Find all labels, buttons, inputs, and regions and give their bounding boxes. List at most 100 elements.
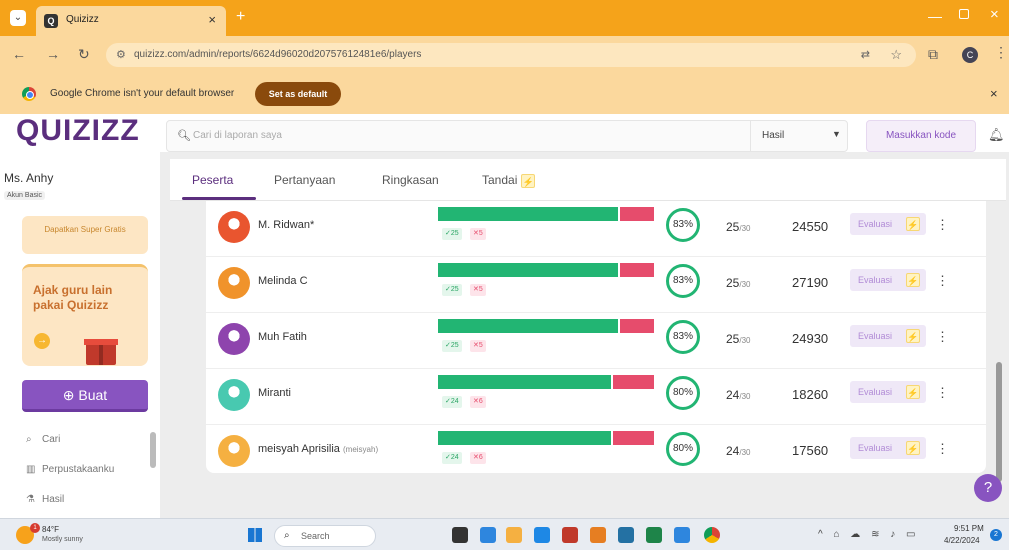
set-default-button[interactable]: Set as default: [255, 82, 341, 106]
app-icon[interactable]: [590, 527, 606, 543]
player-name[interactable]: M. Ridwan*: [258, 219, 314, 231]
url-field[interactable]: ⚙ quizizz.com/admin/reports/6624d96020d2…: [106, 43, 916, 67]
player-row[interactable]: Melinda C ✓25 ✕5 83% 25/30 27190 Evaluasi ⚡ ⋮: [206, 257, 986, 313]
score-numerator: 24: [726, 388, 740, 402]
tab-summary[interactable]: Ringkasan: [382, 173, 439, 187]
quizizz-logo[interactable]: QUIZIZZ: [16, 114, 140, 148]
player-name[interactable]: meisyah Aprisilia (meisyah): [258, 443, 378, 455]
back-icon[interactable]: ←: [12, 46, 26, 62]
site-info-icon[interactable]: ⚙: [116, 48, 126, 61]
player-name[interactable]: Miranti: [258, 387, 291, 399]
enter-code-button[interactable]: Masukkan kode: [866, 120, 976, 152]
report-search-input[interactable]: 🔍︎ Cari di laporan saya Hasil ▼: [166, 120, 848, 152]
new-tab-button[interactable]: +: [236, 8, 245, 26]
infobar-close-icon[interactable]: ×: [990, 86, 998, 101]
sidebar-scroll-thumb[interactable]: [150, 432, 156, 468]
search-scope-select[interactable]: Hasil: [762, 130, 784, 141]
player-row[interactable]: M. Ridwan* ✓25 ✕5 83% 25/30 24550 Evaluasi ⚡ ⋮: [206, 201, 986, 257]
score-denominator: /30: [739, 392, 751, 401]
bookmark-star-icon[interactable]: ☆: [890, 47, 902, 63]
row-menu-icon[interactable]: ⋮: [936, 217, 949, 233]
player-name-text: Muh Fatih: [258, 331, 307, 343]
maximize-icon[interactable]: [959, 9, 969, 19]
tab-questions[interactable]: Pertanyaan: [274, 173, 335, 187]
weather-temp: 84°F: [42, 525, 59, 534]
row-menu-icon[interactable]: ⋮: [936, 329, 949, 345]
chevron-down-icon[interactable]: ▼: [832, 129, 841, 139]
correct-count: ✓25: [442, 340, 462, 352]
wrong-bar: [620, 207, 654, 221]
row-menu-icon[interactable]: ⋮: [936, 385, 949, 401]
player-avatar: [218, 267, 250, 299]
sidebar-scrollbar[interactable]: [148, 426, 158, 516]
window-close-icon[interactable]: ×: [990, 6, 999, 23]
minimize-icon[interactable]: —: [928, 8, 942, 24]
chrome-icon: [22, 87, 36, 101]
invite-teachers-card[interactable]: Ajak guru lain pakai Quizizz →: [22, 264, 148, 366]
task-view-icon[interactable]: [452, 527, 468, 543]
sidebar-item-library[interactable]: ▥ Perpustakaanku: [26, 464, 114, 475]
row-menu-icon[interactable]: ⋮: [936, 441, 949, 457]
get-super-button[interactable]: Dapatkan Super Gratis: [22, 216, 148, 254]
profile-avatar[interactable]: C: [962, 47, 978, 63]
evaluate-button[interactable]: Evaluasi ⚡: [850, 381, 926, 403]
accuracy-ring: 80%: [666, 432, 700, 466]
translate-icon[interactable]: ⇄: [861, 48, 870, 61]
correct-bar: [438, 207, 618, 221]
windows-start-icon[interactable]: [248, 528, 262, 542]
evaluate-button[interactable]: Evaluasi ⚡: [850, 437, 926, 459]
help-button[interactable]: ?: [974, 474, 1002, 502]
mcafee-icon[interactable]: [562, 527, 578, 543]
file-explorer-icon[interactable]: [506, 527, 522, 543]
word-icon[interactable]: [618, 527, 634, 543]
create-button[interactable]: ⊕ Buat: [22, 380, 148, 412]
tab-title: Quizizz: [66, 14, 99, 25]
sidebar-item-search[interactable]: ⌕ Cari: [26, 434, 60, 445]
chrome-icon[interactable]: [704, 527, 720, 543]
lightning-icon: ⚡: [906, 385, 920, 399]
excel-icon[interactable]: [646, 527, 662, 543]
arrow-right-icon[interactable]: →: [34, 333, 50, 349]
player-row[interactable]: meisyah Aprisilia (meisyah) ✓24 ✕6 80% 24/30…: [206, 425, 986, 481]
row-menu-icon[interactable]: ⋮: [936, 273, 949, 289]
score-denominator: /30: [739, 448, 751, 457]
correct-count: ✓25: [442, 284, 462, 296]
player-name-text: meisyah Aprisilia: [258, 443, 340, 455]
taskbar-search[interactable]: ⌕ Search: [274, 525, 376, 547]
tab-close-icon[interactable]: ×: [208, 12, 216, 27]
photos-icon[interactable]: [674, 527, 690, 543]
main-scrollbar[interactable]: [996, 362, 1002, 482]
clock-time: 9:51 PM: [954, 524, 984, 533]
player-row[interactable]: Miranti ✓24 ✕6 80% 24/30 18260 Evaluasi ⚡ ⋮: [206, 369, 986, 425]
browser-tab[interactable]: Q Quizizz ×: [36, 6, 226, 36]
player-name[interactable]: Muh Fatih: [258, 331, 307, 343]
player-row[interactable]: Muh Fatih ✓25 ✕5 83% 25/30 24930 Evaluasi ⚡ ⋮: [206, 313, 986, 369]
sidebar-item-results[interactable]: ⚗ Hasil: [26, 494, 64, 505]
player-avatar: [218, 323, 250, 355]
user-name[interactable]: Ms. Anhy: [4, 171, 53, 185]
forward-icon[interactable]: →: [46, 46, 60, 62]
score-fraction: 25/30: [726, 220, 750, 234]
tab-search-icon[interactable]: ⌄: [10, 10, 26, 26]
score-numerator: 25: [726, 332, 740, 346]
player-points: 24930: [792, 331, 829, 346]
wrong-bar: [613, 375, 654, 389]
score-numerator: 24: [726, 444, 740, 458]
tab-flag[interactable]: Tandai ⚡: [482, 173, 536, 188]
evaluate-button[interactable]: Evaluasi ⚡: [850, 325, 926, 347]
windows-taskbar: 1 84°F Mostly sunny ⌕ Search ^ ⌂ ☁ ≋ ♪ ▭…: [0, 518, 1009, 550]
accuracy-ring: 83%: [666, 264, 700, 298]
app-icon[interactable]: [480, 527, 496, 543]
system-tray-icons[interactable]: ^ ⌂ ☁ ≋ ♪ ▭: [818, 529, 919, 540]
notification-badge[interactable]: 2: [990, 529, 1002, 541]
tab-participants[interactable]: Peserta: [192, 173, 233, 187]
evaluate-button[interactable]: Evaluasi ⚡: [850, 269, 926, 291]
extensions-icon[interactable]: ⧉: [928, 46, 938, 63]
plan-badge: Akun Basic: [4, 191, 46, 200]
bell-icon[interactable]: 🔔︎: [988, 127, 1005, 143]
evaluate-button[interactable]: Evaluasi ⚡: [850, 213, 926, 235]
store-icon[interactable]: [534, 527, 550, 543]
player-name[interactable]: Melinda C: [258, 275, 308, 287]
browser-menu-icon[interactable]: ⋮: [994, 44, 1008, 61]
reload-icon[interactable]: ↻: [78, 46, 90, 63]
